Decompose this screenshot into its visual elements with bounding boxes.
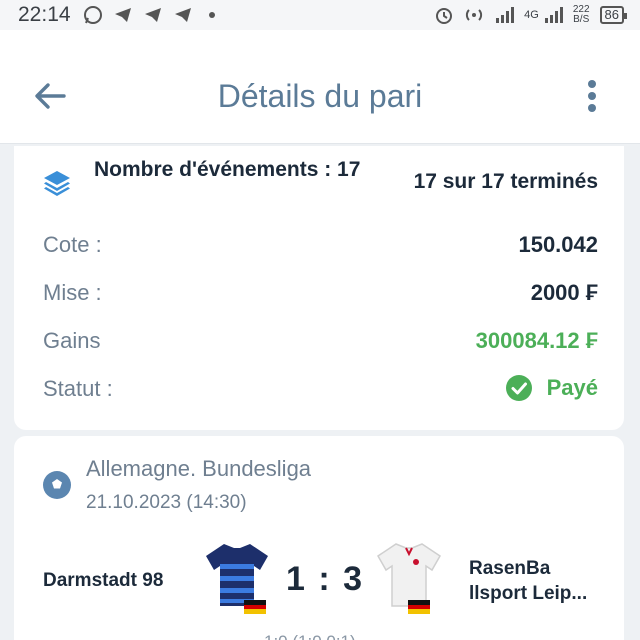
stake-label: Mise : bbox=[43, 280, 102, 305]
events-status: 17 sur 17 terminés bbox=[413, 170, 598, 193]
status-value: Payé bbox=[546, 375, 598, 400]
status-label: Statut : bbox=[43, 376, 113, 401]
germany-flag-icon bbox=[408, 600, 430, 614]
signal-icon bbox=[496, 7, 515, 23]
net-speed-unit: B/S bbox=[573, 14, 590, 25]
system-icons: 4G 222 B/S 86 bbox=[434, 5, 628, 25]
telegram-icon bbox=[114, 8, 131, 22]
layers-icon bbox=[44, 171, 70, 196]
notification-icons bbox=[83, 5, 215, 25]
status-bar: 22:14 4G 222 B/S 86 bbox=[0, 0, 640, 30]
match-score: 1 : 3 bbox=[286, 560, 365, 598]
alarm-icon bbox=[436, 8, 453, 24]
telegram-icon bbox=[144, 8, 161, 22]
stake-value: 2000 ₣ bbox=[530, 280, 598, 305]
partial-score: 1:0 (1:0,0:1) bbox=[264, 632, 356, 640]
event-card[interactable]: Allemagne. Bundesliga 21.10.2023 (14:30)… bbox=[14, 436, 624, 640]
home-team-name: Darmstadt 98 bbox=[43, 570, 164, 591]
winnings-value: 300084.12 ₣ bbox=[475, 328, 598, 353]
event-datetime: 21.10.2023 (14:30) bbox=[86, 492, 247, 513]
net-speed: 222 B/S bbox=[573, 5, 590, 25]
page-title: Détails du pari bbox=[217, 78, 423, 114]
status-time: 22:14 bbox=[18, 3, 71, 26]
football-icon bbox=[43, 471, 71, 499]
status-badge: Payé bbox=[505, 374, 598, 402]
battery-icon: 86 bbox=[599, 6, 628, 24]
events-count-label: Nombre d'événements : 17 bbox=[94, 158, 361, 181]
winnings-label: Gains bbox=[43, 328, 101, 353]
app-bar: Détails du pari bbox=[0, 30, 640, 144]
dot-icon bbox=[208, 12, 215, 18]
bet-summary-card: Nombre d'événements : 17 17 sur 17 termi… bbox=[14, 146, 624, 430]
more-vertical-icon[interactable] bbox=[574, 76, 610, 116]
network-type: 4G bbox=[524, 9, 539, 21]
signal-icon bbox=[544, 7, 563, 23]
away-team-name: RasenBa llsport Leip... bbox=[469, 558, 588, 604]
odds-value: 150.042 bbox=[518, 232, 598, 257]
check-circle-icon bbox=[505, 375, 532, 401]
odds-label: Cote : bbox=[43, 232, 102, 257]
telegram-icon bbox=[174, 8, 191, 22]
whatsapp-icon bbox=[83, 6, 102, 24]
hotspot-icon bbox=[466, 9, 483, 21]
league-name: Allemagne. Bundesliga bbox=[86, 456, 312, 481]
ticket-notch-right bbox=[619, 426, 633, 440]
germany-flag-icon bbox=[244, 600, 266, 614]
